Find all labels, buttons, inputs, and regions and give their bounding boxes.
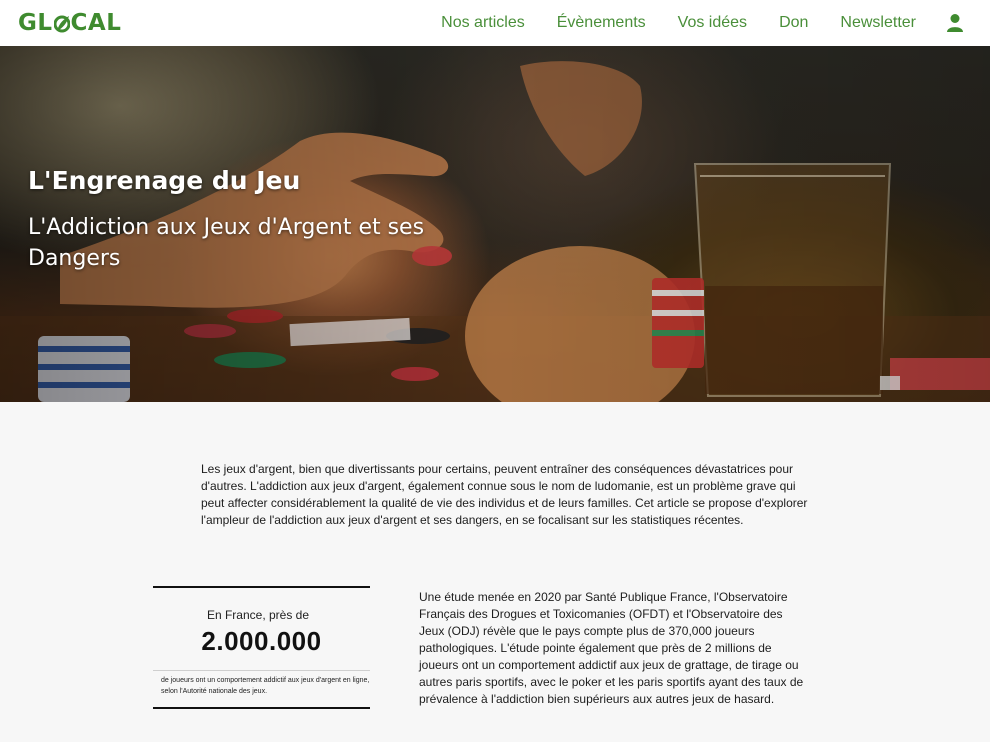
hero-title: L'Engrenage du Jeu <box>28 166 301 195</box>
hero-subtitle: L'Addiction aux Jeux d'Argent et ses Dan… <box>28 215 425 271</box>
nav-vos-idees[interactable]: Vos idées <box>678 14 747 32</box>
main-nav: Nos articles Évènements Vos idées Don Ne… <box>409 13 972 33</box>
user-icon[interactable] <box>946 13 964 33</box>
hero-banner: L'Engrenage du Jeu L'Addiction aux Jeux … <box>0 46 990 402</box>
nav-newsletter[interactable]: Newsletter <box>840 14 916 32</box>
article-study-paragraph: Une étude menée en 2020 par Santé Publiq… <box>419 590 804 706</box>
logo-text-end: CAL <box>70 10 122 36</box>
logo-text-start: GL <box>18 10 53 36</box>
stat-number: 2.000.000 <box>201 626 322 656</box>
nav-don[interactable]: Don <box>779 14 808 32</box>
stat-caption: de joueurs ont un comportement addictif … <box>161 677 370 695</box>
nav-evenements[interactable]: Évènements <box>557 14 646 32</box>
leaf-icon <box>53 14 71 34</box>
stat-divider <box>153 670 370 671</box>
nav-articles[interactable]: Nos articles <box>441 14 525 32</box>
stat-highlight: En France, près de 2.000.000 de joueurs … <box>153 586 370 709</box>
glocal-logo[interactable]: GL CAL <box>18 10 121 36</box>
stat-lead: En France, près de <box>206 608 310 622</box>
article-intro: Les jeux d'argent, bien que divertissant… <box>201 462 808 527</box>
site-header: GL CAL Nos articles Évènements Vos idées… <box>0 0 990 46</box>
